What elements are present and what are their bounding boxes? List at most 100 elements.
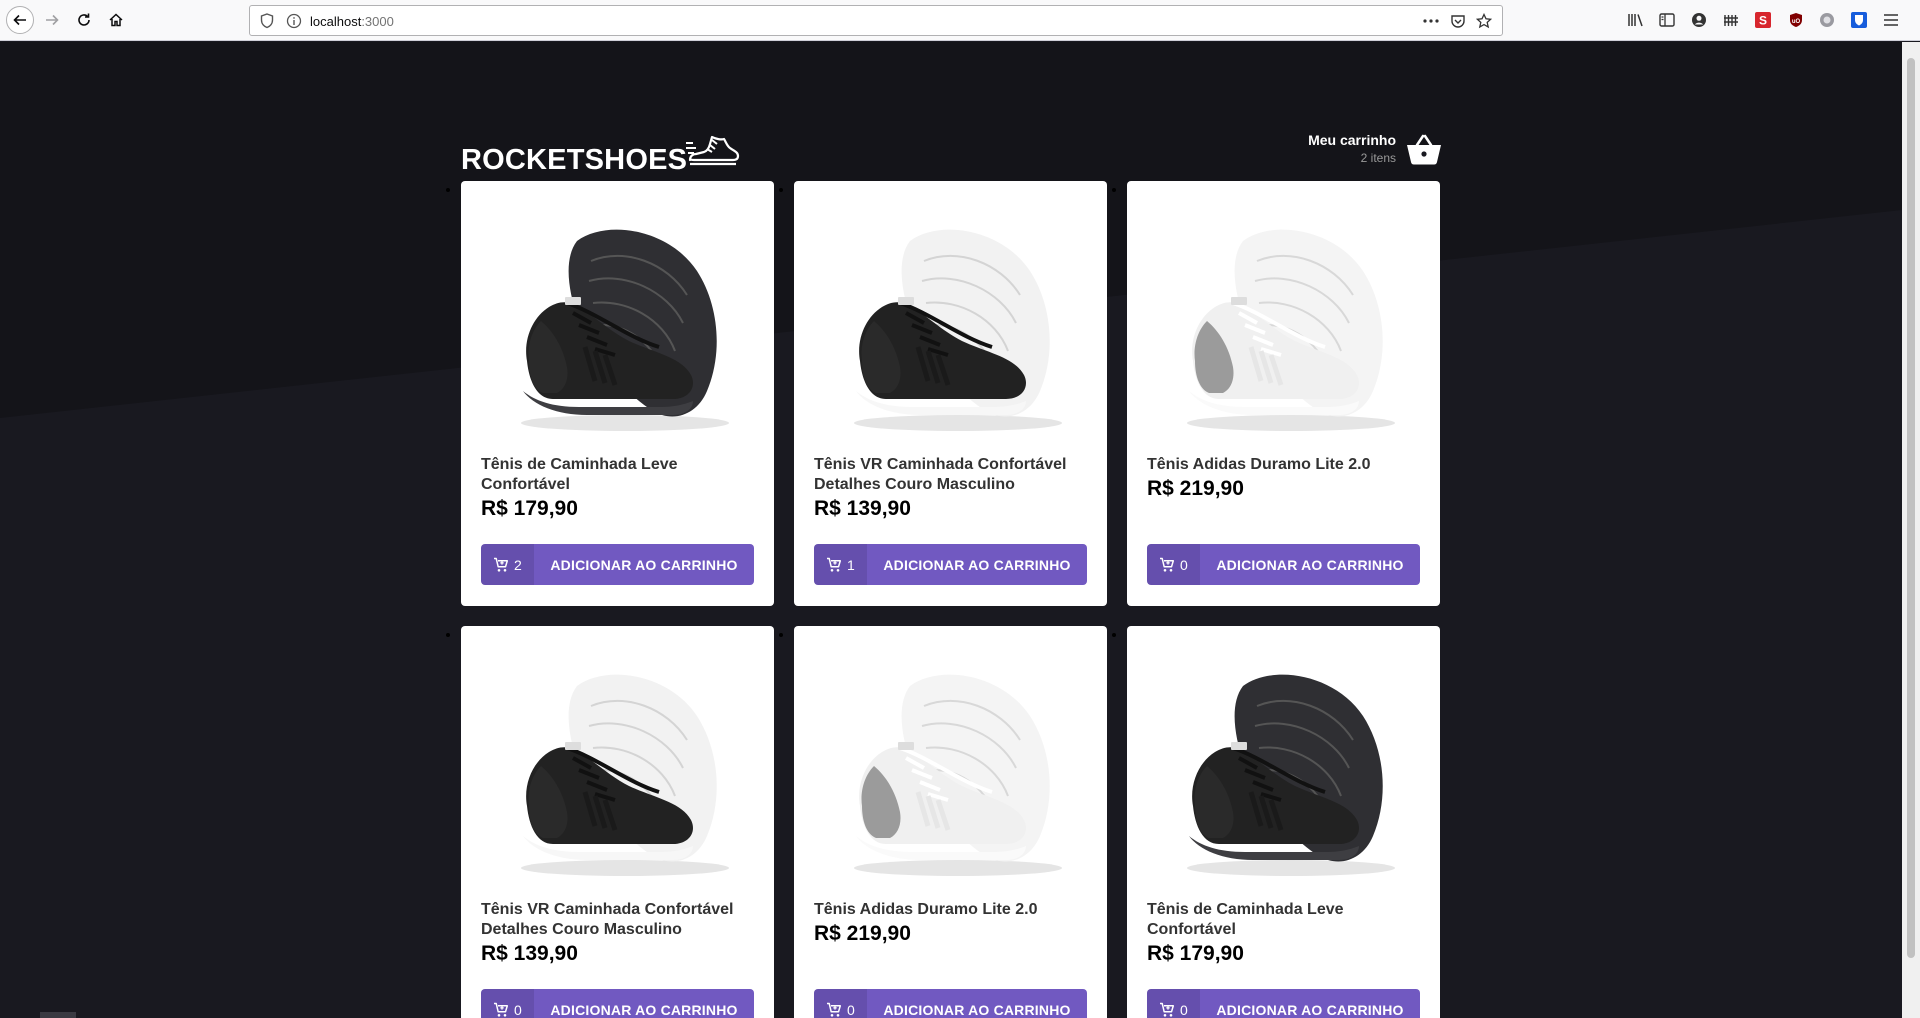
product-title-text: Tênis Adidas Duramo Lite 2.0 [814,901,1038,918]
product-card: Tênis Adidas Duramo Lite 2.0 R$ 219,90 0… [794,626,1107,1018]
product-title-text: Tênis Adidas Duramo Lite 2.0 [1147,456,1371,473]
cart-title: Meu carrinho [1308,132,1396,148]
cart-link[interactable]: Meu carrinho 2 itens [1308,132,1442,165]
product-title: Tênis de Caminhada Leve Confortável R$ 1… [481,455,751,519]
product-image[interactable] [826,646,1076,896]
header: ROCKETSHOES Meu carrinho 2 itens [461,92,1442,182]
add-shopping-cart-icon [827,1002,842,1017]
sneaker-logo-icon [686,135,740,166]
product-price: R$ 139,90 [814,497,911,520]
add-to-cart-button[interactable]: 0 ADICIONAR AO CARRINHO [814,989,1087,1018]
back-button[interactable] [6,6,34,34]
ublock-icon[interactable]: uO [1787,11,1805,29]
logo[interactable]: ROCKETSHOES [461,144,687,177]
product-title-text: Tênis VR Caminhada Confortável Detalhes … [481,901,734,938]
bookmark-star-icon[interactable] [1476,13,1492,29]
scrollbar-thumb[interactable] [1907,58,1915,958]
cart-quantity: 0 [481,989,534,1018]
extension-grid-icon[interactable] [1722,11,1740,29]
forward-button[interactable] [38,6,66,34]
product-image[interactable] [493,646,743,896]
extension-circle-icon[interactable] [1818,11,1836,29]
add-shopping-cart-icon [494,1002,509,1017]
library-icon[interactable] [1627,11,1645,29]
add-to-cart-button[interactable]: 1 ADICIONAR AO CARRINHO [814,544,1087,585]
cart-quantity: 0 [814,989,867,1018]
product-image[interactable] [1159,201,1409,451]
add-shopping-cart-icon [1160,1002,1175,1017]
shopping-basket-icon [1407,134,1441,165]
cart-text: Meu carrinho 2 itens [1308,132,1396,165]
product-price: R$ 179,90 [481,497,578,520]
extension-s-icon[interactable]: S [1754,11,1772,29]
product-image[interactable] [1159,646,1409,896]
product-price: R$ 139,90 [481,942,578,965]
quantity-value: 1 [847,556,855,573]
product-image[interactable] [826,201,1076,451]
add-to-cart-label: ADICIONAR AO CARRINHO [1216,1001,1404,1018]
sidebar-icon[interactable] [1658,11,1676,29]
add-to-cart-label: ADICIONAR AO CARRINHO [883,1001,1071,1018]
cart-quantity: 2 [481,544,534,585]
quantity-value: 0 [847,1001,855,1018]
reload-button[interactable] [70,6,98,34]
browser-toolbar: localhost:3000 S uO [0,0,1920,41]
add-to-cart-label: ADICIONAR AO CARRINHO [883,556,1071,573]
product-card: Tênis VR Caminhada Confortável Detalhes … [461,626,774,1018]
address-bar[interactable]: localhost:3000 [249,5,1503,36]
more-actions-icon[interactable] [1423,19,1439,23]
product-title: Tênis VR Caminhada Confortável Detalhes … [814,455,1084,519]
svg-text:uO: uO [1792,19,1801,25]
product-title-text: Tênis de Caminhada Leve Confortável [481,456,678,493]
reload-icon [78,13,90,26]
add-shopping-cart-icon [494,557,509,572]
product-image[interactable] [493,201,743,451]
add-to-cart-label: ADICIONAR AO CARRINHO [550,556,738,573]
product-price: R$ 219,90 [1147,477,1244,500]
shield-icon[interactable] [260,13,274,29]
product-title-text: Tênis de Caminhada Leve Confortável [1147,901,1344,938]
arrow-right-icon [46,14,59,26]
product-price: R$ 179,90 [1147,942,1244,965]
bitwarden-icon[interactable] [1850,11,1868,29]
cart-quantity: 1 [814,544,867,585]
url-host: localhost [310,14,362,29]
url-text[interactable]: localhost:3000 [310,14,394,29]
product-card: Tênis de Caminhada Leve Confortável R$ 1… [461,181,774,606]
product-title: Tênis Adidas Duramo Lite 2.0 R$ 219,90 [814,900,1084,944]
pocket-icon[interactable] [1450,13,1466,29]
home-icon [109,13,123,27]
product-card: Tênis de Caminhada Leve Confortável R$ 1… [1127,626,1440,1018]
page-scrollbar[interactable] [1902,42,1920,1018]
url-port: :3000 [361,14,394,29]
add-to-cart-button[interactable]: 0 ADICIONAR AO CARRINHO [481,989,754,1018]
quantity-value: 0 [1180,1001,1188,1018]
quantity-value: 0 [1180,556,1188,573]
menu-hamburger-icon[interactable] [1882,11,1900,29]
home-button[interactable] [102,6,130,34]
product-title: Tênis Adidas Duramo Lite 2.0 R$ 219,90 [1147,455,1417,499]
svg-text:S: S [1759,14,1767,28]
quantity-value: 0 [514,1001,522,1018]
add-shopping-cart-icon [827,557,842,572]
info-icon[interactable] [286,13,302,29]
product-title: Tênis de Caminhada Leve Confortável R$ 1… [1147,900,1417,964]
cart-quantity: 0 [1147,544,1200,585]
cart-quantity: 0 [1147,989,1200,1018]
add-to-cart-button[interactable]: 0 ADICIONAR AO CARRINHO [1147,989,1420,1018]
cart-count: 2 itens [1360,151,1396,165]
product-title: Tênis VR Caminhada Confortável Detalhes … [481,900,751,964]
product-card: Tênis Adidas Duramo Lite 2.0 R$ 219,90 0… [1127,181,1440,606]
add-to-cart-button[interactable]: 0 ADICIONAR AO CARRINHO [1147,544,1420,585]
product-price: R$ 219,90 [814,922,911,945]
scroll-indicator [40,1012,76,1018]
add-to-cart-button[interactable]: 2 ADICIONAR AO CARRINHO [481,544,754,585]
account-icon[interactable] [1690,11,1708,29]
product-list: Tênis de Caminhada Leve Confortável R$ 1… [461,181,1442,1018]
arrow-left-icon [13,14,26,26]
add-to-cart-label: ADICIONAR AO CARRINHO [550,1001,738,1018]
product-title-text: Tênis VR Caminhada Confortável Detalhes … [814,456,1067,493]
page-content: ROCKETSHOES Meu carrinho 2 itens • Tênis… [0,42,1902,1018]
add-to-cart-label: ADICIONAR AO CARRINHO [1216,556,1404,573]
quantity-value: 2 [514,556,522,573]
